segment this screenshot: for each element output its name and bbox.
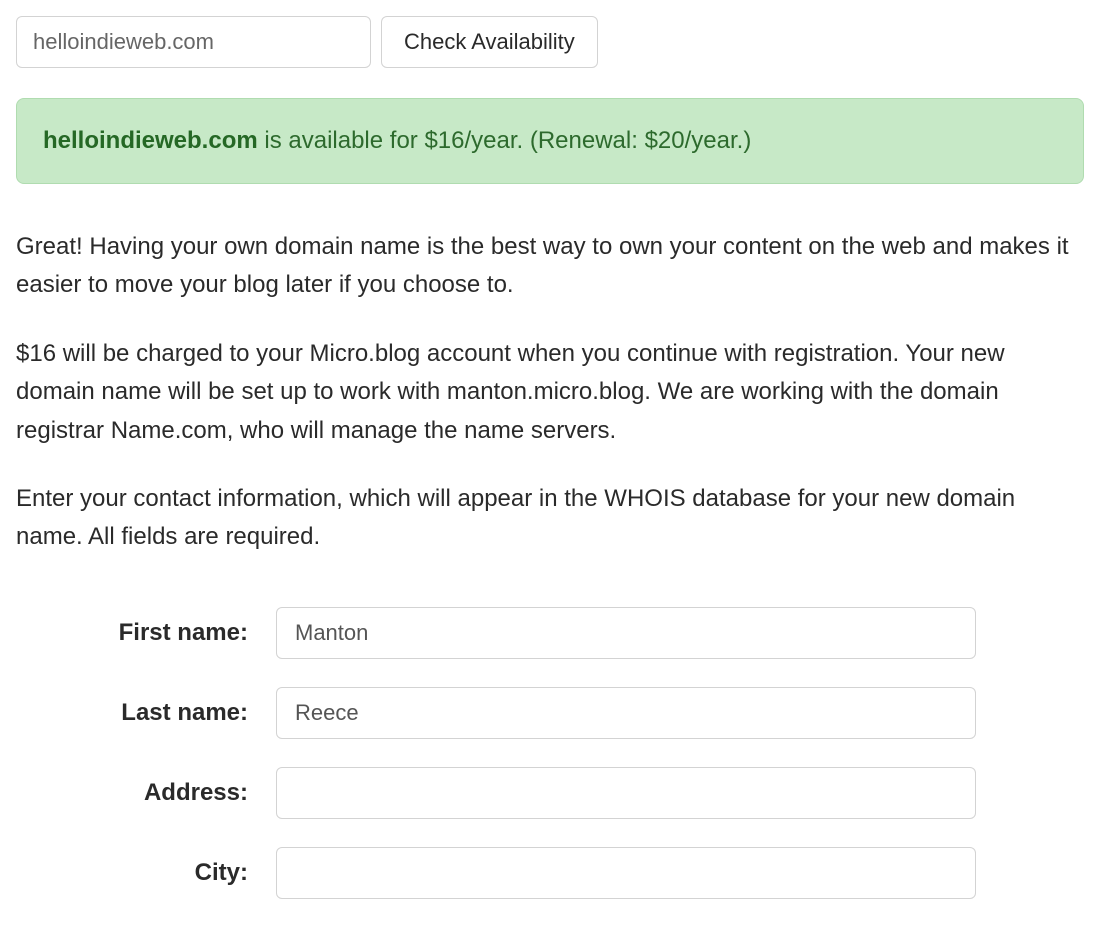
address-input[interactable]: [276, 767, 976, 819]
address-row: Address:: [46, 767, 1084, 819]
availability-message: is available for $16/year. (Renewal: $20…: [258, 127, 752, 154]
city-label: City:: [46, 855, 276, 891]
contact-form: First name: Last name: Address: City:: [16, 607, 1084, 899]
intro-paragraph-2: $16 will be charged to your Micro.blog a…: [16, 335, 1084, 450]
last-name-input[interactable]: [276, 687, 976, 739]
city-input[interactable]: [276, 847, 976, 899]
check-availability-button[interactable]: Check Availability: [381, 16, 598, 68]
first-name-input[interactable]: [276, 607, 976, 659]
address-label: Address:: [46, 775, 276, 811]
intro-paragraph-3: Enter your contact information, which wi…: [16, 480, 1084, 557]
availability-banner: helloindieweb.com is available for $16/y…: [16, 98, 1084, 184]
domain-input[interactable]: [16, 16, 371, 68]
last-name-label: Last name:: [46, 695, 276, 731]
domain-search-row: Check Availability: [16, 16, 1084, 68]
city-row: City:: [46, 847, 1084, 899]
first-name-label: First name:: [46, 615, 276, 651]
last-name-row: Last name:: [46, 687, 1084, 739]
intro-paragraph-1: Great! Having your own domain name is th…: [16, 228, 1084, 305]
first-name-row: First name:: [46, 607, 1084, 659]
availability-domain: helloindieweb.com: [43, 127, 258, 154]
